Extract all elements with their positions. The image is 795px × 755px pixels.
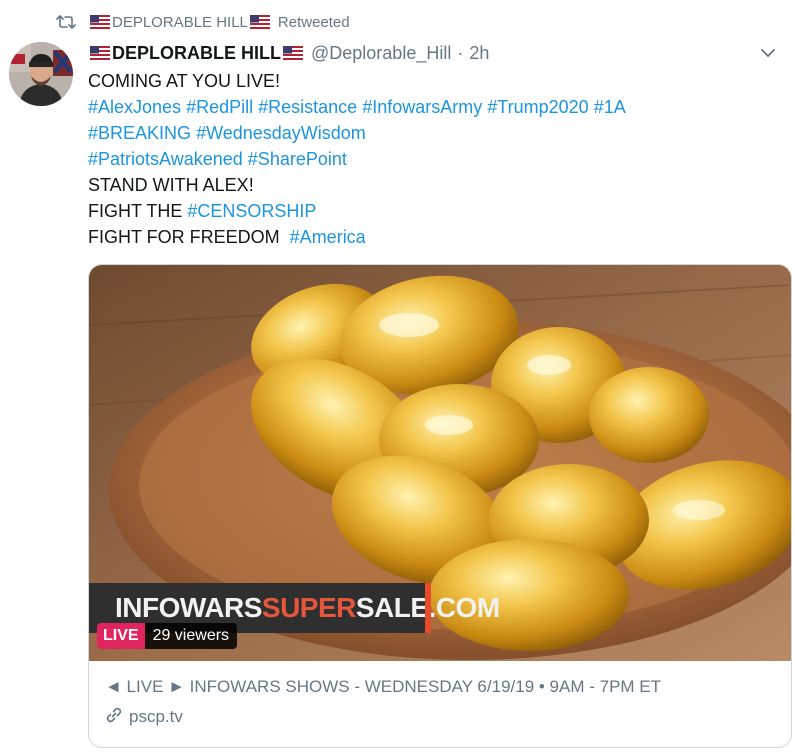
hashtag-link[interactable]: #America xyxy=(290,227,366,247)
retweeter-name[interactable]: DEPLORABLE HILL xyxy=(112,14,248,31)
author-handle[interactable]: @Deplorable_Hill xyxy=(311,43,451,64)
hashtag-link[interactable]: #SharePoint xyxy=(248,149,347,169)
retweet-icon xyxy=(54,10,78,34)
retweet-context: DEPLORABLE HILL Retweeted xyxy=(54,10,350,34)
tweet-text: COMING AT YOU LIVE! #AlexJones #RedPill … xyxy=(88,68,785,250)
tweet-line: FIGHT FOR FREEDOM #America xyxy=(88,224,785,250)
tweet-line: COMING AT YOU LIVE! xyxy=(88,68,785,94)
viewer-count: 29 viewers xyxy=(144,623,238,649)
author-name-text: DEPLORABLE HILL xyxy=(112,42,281,63)
tweet-timestamp[interactable]: 2h xyxy=(469,43,489,64)
link-icon xyxy=(105,706,123,729)
tweet-line-text: FIGHT THE xyxy=(88,201,188,221)
retweeted-label: Retweeted xyxy=(277,13,350,31)
avatar[interactable] xyxy=(9,42,73,106)
banner-text-part1: INFOWARS xyxy=(115,592,262,623)
tweet-header: DEPLORABLE HILL @Deplorable_Hill · 2h xyxy=(88,40,785,66)
video-thumbnail[interactable]: INFOWARSSUPERSALE.COM LIVE 29 viewers xyxy=(89,265,791,661)
tweet: DEPLORABLE HILL @Deplorable_Hill · 2h CO… xyxy=(88,40,785,250)
author-display-name[interactable]: DEPLORABLE HILL xyxy=(88,43,305,64)
hashtag-link[interactable]: #AlexJones xyxy=(88,97,181,117)
banner-text-part2: SUPER xyxy=(261,592,356,623)
banner-accent-strip xyxy=(425,583,431,633)
hashtag-link[interactable]: #1A xyxy=(594,97,626,117)
live-indicator: LIVE 29 viewers xyxy=(97,623,238,649)
retweet-label[interactable]: DEPLORABLE HILL Retweeted xyxy=(88,14,350,31)
hashtag-link[interactable]: #BREAKING xyxy=(88,123,191,143)
tweet-line-text: COMING AT YOU LIVE! xyxy=(88,71,281,91)
card-link[interactable]: pscp.tv xyxy=(105,705,775,729)
tweet-line: FIGHT THE #CENSORSHIP xyxy=(88,198,785,224)
tweet-line-text: FIGHT FOR FREEDOM xyxy=(88,227,290,247)
live-badge: LIVE xyxy=(97,623,145,649)
hashtag-link[interactable]: #InfowarsArmy xyxy=(362,97,482,117)
hashtag-link[interactable]: #WednesdayWisdom xyxy=(196,123,366,143)
us-flag-icon xyxy=(90,46,110,60)
hashtag-link[interactable]: #PatriotsAwakened xyxy=(88,149,243,169)
tweet-line: #BREAKING #WednesdayWisdom xyxy=(88,120,785,146)
broadcast-card[interactable]: INFOWARSSUPERSALE.COM LIVE 29 viewers ◄ … xyxy=(88,264,792,748)
separator-dot: · xyxy=(457,42,464,63)
hashtag-link[interactable]: #Trump2020 xyxy=(487,97,588,117)
hashtag-link[interactable]: #CENSORSHIP xyxy=(187,201,316,221)
card-info: ◄ LIVE ► INFOWARS SHOWS - WEDNESDAY 6/19… xyxy=(89,661,791,729)
tweet-line: #PatriotsAwakened #SharePoint xyxy=(88,146,785,172)
tweet-line-text: STAND WITH ALEX! xyxy=(88,175,254,195)
card-domain: pscp.tv xyxy=(129,707,183,726)
us-flag-icon xyxy=(90,15,110,29)
us-flag-icon xyxy=(249,15,270,29)
chevron-down-icon[interactable] xyxy=(759,44,777,62)
tweet-line: STAND WITH ALEX! xyxy=(88,172,785,198)
hashtag-link[interactable]: #RedPill xyxy=(186,97,253,117)
tweet-line: #AlexJones #RedPill #Resistance #Infowar… xyxy=(88,94,785,120)
card-title[interactable]: ◄ LIVE ► INFOWARS SHOWS - WEDNESDAY 6/19… xyxy=(105,675,775,699)
hashtag-link[interactable]: #Resistance xyxy=(258,97,357,117)
us-flag-icon xyxy=(283,46,303,60)
